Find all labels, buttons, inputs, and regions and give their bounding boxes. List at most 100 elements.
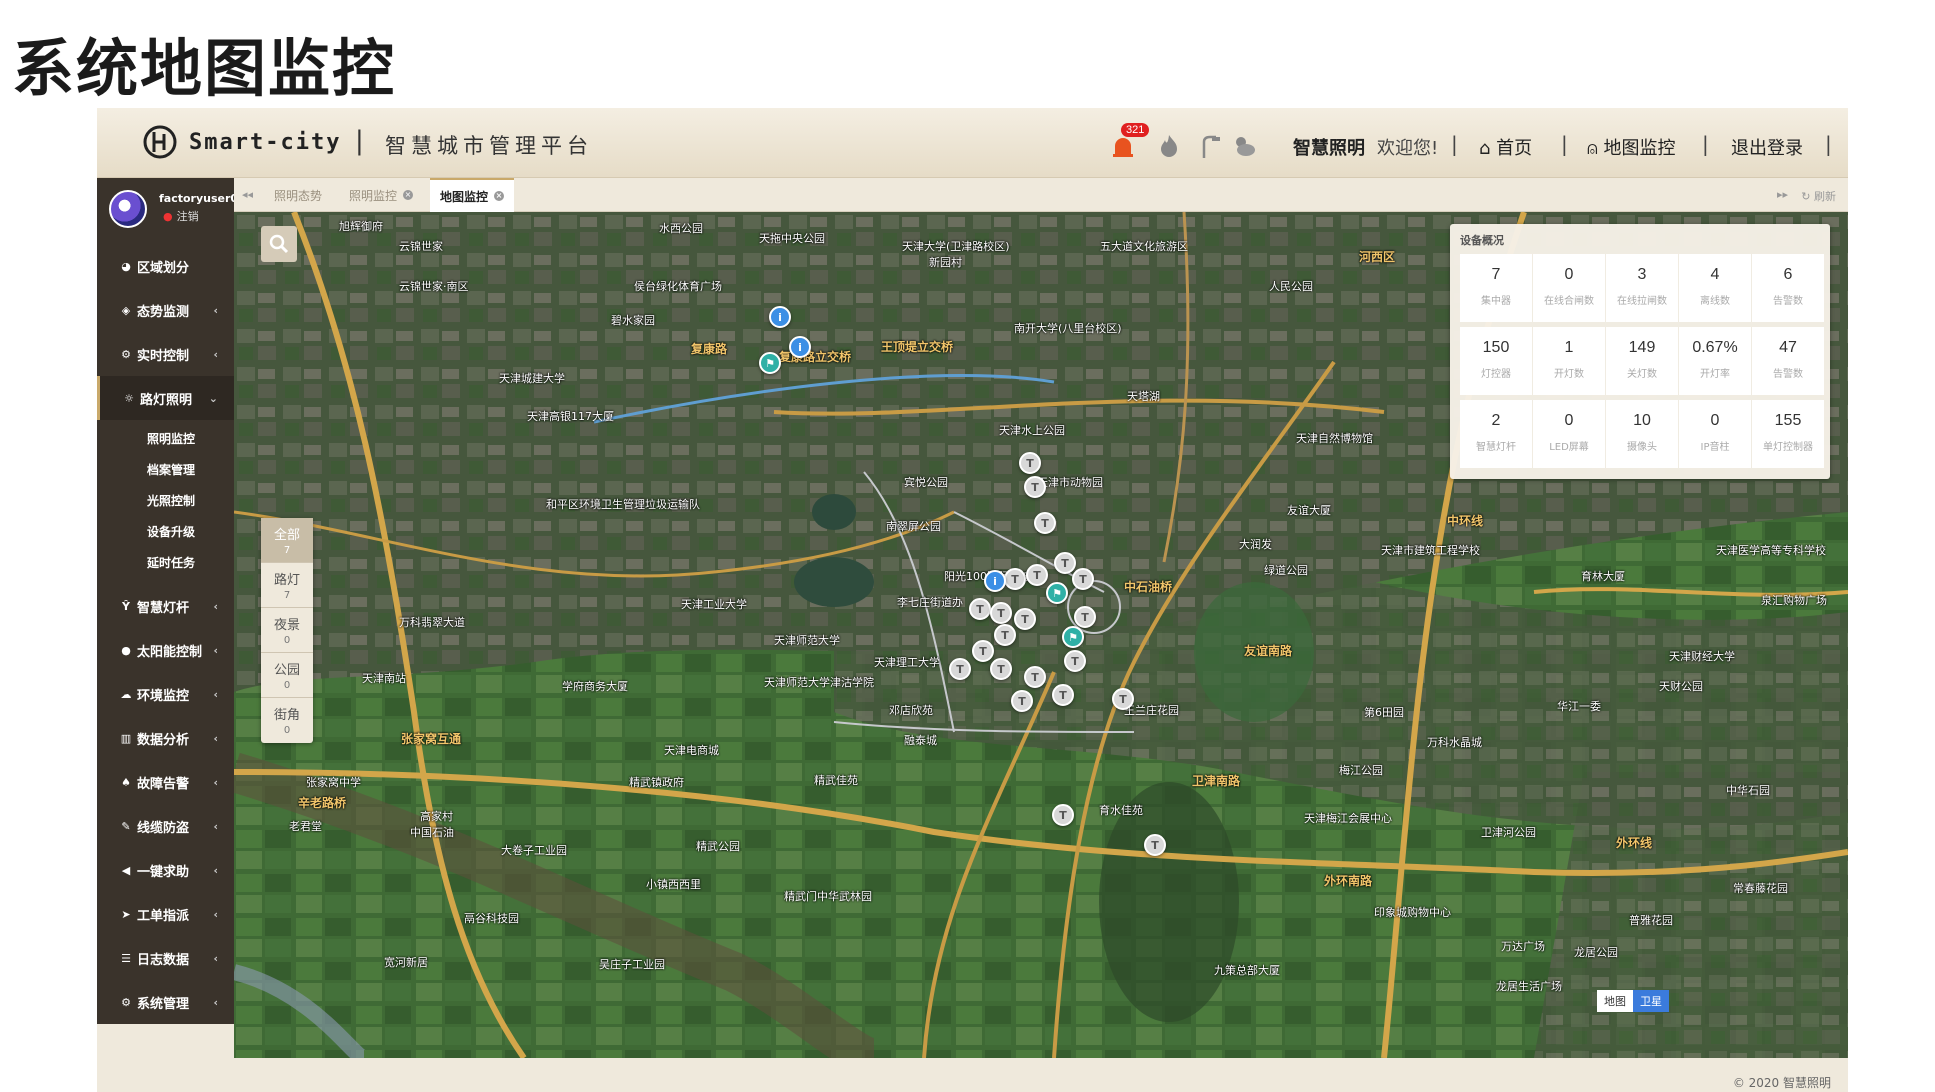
tab-scroll-left-icon[interactable]: ◂◂ bbox=[242, 188, 253, 201]
filter-label: 夜景 bbox=[273, 618, 300, 633]
stat-offline: 4 离线数 bbox=[1679, 254, 1751, 322]
logout-link[interactable]: ● 注销 bbox=[163, 208, 199, 224]
lamp-marker[interactable]: T bbox=[1052, 804, 1074, 826]
nav-home[interactable]: ⌂ 首页 bbox=[1479, 134, 1532, 160]
filter-night-scene[interactable]: 夜景 0 bbox=[261, 608, 313, 653]
lamp-marker[interactable]: T bbox=[1112, 688, 1134, 710]
lamp-marker[interactable]: T bbox=[1074, 606, 1096, 628]
stat-value: 1 bbox=[1564, 339, 1574, 356]
lamp-marker[interactable]: T bbox=[1024, 476, 1046, 498]
refresh-button[interactable]: ↻ 刷新 bbox=[1801, 188, 1836, 204]
map-road-label: 卫津南路 bbox=[1192, 774, 1241, 788]
sidebar-item-help[interactable]: ◀ 一键求助 ‹ bbox=[97, 848, 234, 892]
filter-streetlight[interactable]: 路灯 7 bbox=[261, 563, 313, 608]
sidebar-item-cable-theft[interactable]: ✎ 线缆防盗 ‹ bbox=[97, 804, 234, 848]
sidebar-item-lighting[interactable]: ☼ 路灯照明 ⌄ bbox=[97, 376, 234, 420]
tab-lighting-monitor[interactable]: 照明监控 × bbox=[339, 178, 423, 212]
filter-count: 0 bbox=[283, 725, 291, 736]
sidebar-item-realtime[interactable]: ⚙ 实时控制 ‹ bbox=[97, 332, 234, 376]
filter-park[interactable]: 公园 0 bbox=[261, 653, 313, 698]
stat-online-closed: 0 在线合闸数 bbox=[1533, 254, 1605, 322]
stat-on-rate: 0.67% 开灯率 bbox=[1679, 327, 1751, 395]
lamp-marker[interactable]: T bbox=[949, 658, 971, 680]
stat-value: 0 bbox=[1710, 412, 1720, 429]
lamp-marker[interactable]: T bbox=[994, 624, 1016, 646]
sidebar-item-solar[interactable]: ● 太阳能控制 ‹ bbox=[97, 628, 234, 672]
map-label: 精武佳苑 bbox=[814, 774, 858, 787]
sidebar-item-log[interactable]: ☰ 日志数据 ‹ bbox=[97, 936, 234, 980]
tab-scroll-right-icon[interactable]: ▸▸ bbox=[1777, 188, 1788, 201]
filter-label: 路灯 bbox=[273, 573, 300, 588]
lamp-marker[interactable]: T bbox=[1072, 568, 1094, 590]
sidebar-subitem-archive[interactable]: 档案管理 bbox=[147, 461, 195, 478]
map-label: 云锦世家 bbox=[399, 240, 443, 253]
lamp-marker[interactable]: T bbox=[1054, 552, 1076, 574]
street-lamp-icon[interactable] bbox=[1194, 132, 1222, 160]
map-label: 绿道公园 bbox=[1264, 564, 1308, 577]
sidebar-item-data-analysis[interactable]: ▥ 数据分析 ‹ bbox=[97, 716, 234, 760]
lamp-marker[interactable]: T bbox=[1011, 690, 1033, 712]
map-label: 碧水家园 bbox=[611, 314, 655, 327]
lamp-marker[interactable]: T bbox=[990, 658, 1012, 680]
map-label: 九策总部大厦 bbox=[1214, 964, 1280, 977]
stat-label: LED屏幕 bbox=[1549, 442, 1589, 453]
close-icon[interactable]: × bbox=[494, 191, 505, 201]
map-label: 鬲谷科技园 bbox=[464, 912, 519, 925]
satellite-map[interactable]: 旭辉御府 云锦世家 云锦世家·南区 水西公园 天拖中央公园 天津大学(卫津路校区… bbox=[234, 212, 1848, 1058]
lamp-marker[interactable]: ⚑ bbox=[1062, 626, 1084, 648]
lamp-marker[interactable]: ⚑ bbox=[759, 352, 781, 374]
lamp-marker[interactable]: T bbox=[1024, 666, 1046, 688]
map-search-button[interactable] bbox=[261, 226, 297, 262]
lamp-marker[interactable]: T bbox=[1144, 834, 1166, 856]
chevron-left-icon: ‹ bbox=[213, 347, 218, 361]
tab-map-monitor[interactable]: 地图监控 × bbox=[430, 178, 515, 212]
lamp-marker[interactable]: T bbox=[972, 640, 994, 662]
stat-label: 离线数 bbox=[1700, 296, 1730, 307]
sidebar-item-work-order[interactable]: ➤ 工单指派 ‹ bbox=[97, 892, 234, 936]
sidebar-item-environment[interactable]: ☁ 环境监控 ‹ bbox=[97, 672, 234, 716]
map-label: 南开大学(八里台校区) bbox=[1014, 322, 1122, 335]
lamp-marker[interactable]: T bbox=[1014, 608, 1036, 630]
filter-corner[interactable]: 街角 0 bbox=[261, 698, 313, 743]
filter-all[interactable]: 全部 7 bbox=[261, 518, 313, 563]
map-label: 学府商务大厦 bbox=[562, 680, 628, 693]
lamp-marker[interactable]: i bbox=[789, 336, 811, 358]
fire-icon[interactable] bbox=[1155, 132, 1183, 160]
map-label: 万达广场 bbox=[1501, 940, 1545, 953]
map-type-map[interactable]: 地图 bbox=[1597, 990, 1633, 1012]
nav-map-monitor[interactable]: ⍝ 地图监控 bbox=[1587, 134, 1676, 160]
sidebar-subitem-lighting-monitor[interactable]: 照明监控 bbox=[147, 430, 195, 447]
avatar[interactable] bbox=[109, 190, 147, 228]
sidebar-item-region[interactable]: ◕ 区域划分 bbox=[97, 244, 234, 288]
sidebar-subitem-delay-task[interactable]: 延时任务 bbox=[147, 554, 195, 571]
tab-lighting-situation[interactable]: 照明态势 bbox=[264, 178, 332, 212]
stat-value: 150 bbox=[1482, 339, 1510, 356]
refresh-icon: ↻ bbox=[1801, 190, 1811, 203]
lamp-marker[interactable]: T bbox=[990, 602, 1012, 624]
lamp-marker[interactable]: T bbox=[969, 598, 991, 620]
map-road-label: 友谊南路 bbox=[1244, 644, 1293, 658]
weather-icon[interactable] bbox=[1230, 132, 1258, 160]
lamp-marker[interactable]: T bbox=[1019, 452, 1041, 474]
sidebar-item-fault-alarm[interactable]: ♠ 故障告警 ‹ bbox=[97, 760, 234, 804]
lamp-marker[interactable]: T bbox=[1064, 650, 1086, 672]
sidebar-subitem-upgrade[interactable]: 设备升级 bbox=[147, 523, 195, 540]
sidebar-item-label: 智慧灯杆 bbox=[137, 600, 190, 616]
map-type-satellite[interactable]: 卫星 bbox=[1633, 990, 1669, 1012]
lamp-marker[interactable]: T bbox=[1052, 684, 1074, 706]
lamp-marker[interactable]: i bbox=[984, 570, 1006, 592]
stat-controller-alarms: 47 告警数 bbox=[1752, 327, 1824, 395]
lamp-marker[interactable]: T bbox=[1004, 568, 1026, 590]
sidebar-item-situation[interactable]: ◈ 态势监测 ‹ bbox=[97, 288, 234, 332]
lamp-marker[interactable]: T bbox=[1026, 564, 1048, 586]
map-label: 华江一委 bbox=[1557, 700, 1601, 713]
sidebar-item-smart-pole[interactable]: Ŷ 智慧灯杆 ‹ bbox=[97, 584, 234, 628]
nav-logout[interactable]: 退出登录 bbox=[1731, 134, 1803, 160]
lamp-marker[interactable]: ⚑ bbox=[1046, 582, 1068, 604]
sidebar-item-system[interactable]: ⚙ 系统管理 ‹ bbox=[97, 980, 234, 1024]
lamp-marker[interactable]: i bbox=[769, 306, 791, 328]
sidebar-subitem-light-control[interactable]: 光照控制 bbox=[147, 492, 195, 509]
lamp-marker[interactable]: T bbox=[1034, 512, 1056, 534]
close-icon[interactable]: × bbox=[403, 190, 414, 200]
stat-value: 2 bbox=[1491, 412, 1501, 429]
